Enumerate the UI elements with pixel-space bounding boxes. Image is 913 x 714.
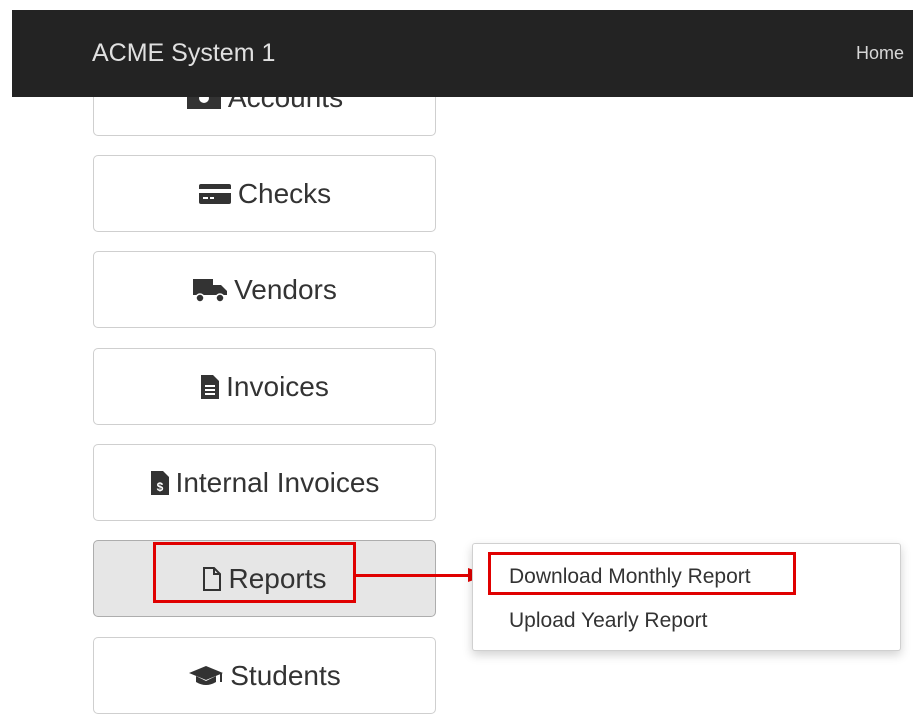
sidebar-item-label: Internal Invoices <box>175 466 380 498</box>
reports-highlight-box <box>153 542 356 603</box>
truck-icon <box>192 277 228 303</box>
sidebar-button-vendors[interactable]: Vendors <box>93 251 436 328</box>
graduation-cap-icon <box>188 664 224 688</box>
brand-title[interactable]: ACME System 1 <box>92 39 275 68</box>
download-monthly-report-highlight-box <box>488 552 796 595</box>
sidebar-item-label: Students <box>230 659 341 691</box>
file-text-icon <box>200 374 220 400</box>
sidebar-button-invoices[interactable]: Invoices <box>93 348 436 425</box>
sidebar-item-label: Invoices <box>226 370 329 402</box>
sidebar-item-label: Vendors <box>234 273 337 305</box>
sidebar-button-students[interactable]: Students <box>93 637 436 714</box>
credit-card-icon <box>198 182 232 206</box>
file-invoice-dollar-icon: $ <box>150 470 170 496</box>
sidebar-button-checks[interactable]: Checks <box>93 155 436 232</box>
top-navbar: ACME System 1 Home <box>12 10 913 97</box>
svg-text:$: $ <box>156 480 163 494</box>
sidebar-button-internal-invoices[interactable]: $ Internal Invoices <box>93 444 436 521</box>
menu-item-upload-yearly-report[interactable]: Upload Yearly Report <box>509 609 707 633</box>
annotation-arrow-line <box>356 574 474 577</box>
nav-link-home[interactable]: Home <box>856 43 904 64</box>
sidebar-item-label: Checks <box>237 177 332 209</box>
